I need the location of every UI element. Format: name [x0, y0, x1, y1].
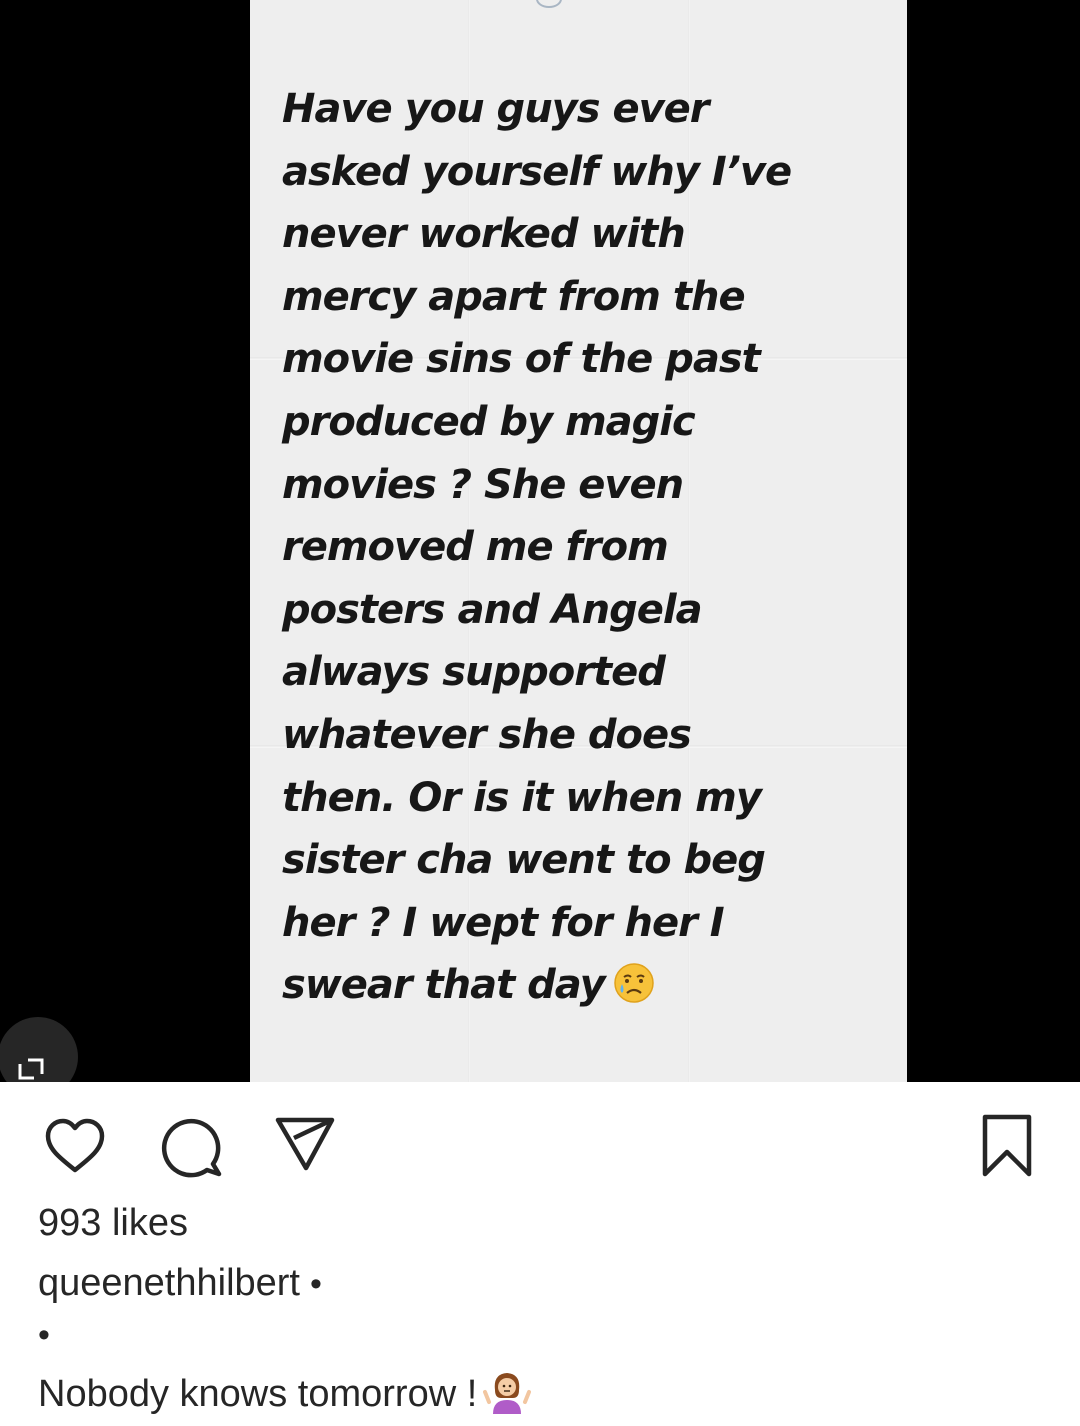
- story-text: Have you guys ever asked yourself why I’…: [282, 78, 882, 1017]
- story-line: whatever she does: [282, 711, 692, 758]
- story-line: movies ? She even: [282, 461, 684, 508]
- caption-text: Nobody knows tomorrow !: [38, 1373, 478, 1415]
- crying-face-icon: [613, 960, 655, 1004]
- post-media[interactable]: Have you guys ever asked yourself why I’…: [0, 0, 1080, 1082]
- share-button[interactable]: [270, 1112, 340, 1182]
- caption-bullet: •: [38, 1316, 50, 1354]
- comment-icon: [161, 1118, 222, 1178]
- expand-button[interactable]: [0, 1017, 78, 1082]
- cropped-sticker-icon: [536, 0, 562, 8]
- comment-button[interactable]: [155, 1112, 225, 1182]
- story-line: removed me from: [282, 524, 669, 571]
- person-shrugging-icon: [483, 1368, 532, 1416]
- story-line: always supported: [282, 649, 666, 696]
- separator-dot: •: [310, 1265, 322, 1303]
- story-line: swear that day: [282, 962, 606, 1009]
- story-line: then. Or is it when my: [282, 774, 762, 821]
- caption-header: queenethhilbert •: [38, 1262, 322, 1305]
- story-line: asked yourself why I’ve: [282, 148, 792, 195]
- likes-count[interactable]: 993 likes: [38, 1202, 188, 1245]
- story-line-last: swear that day: [282, 954, 882, 1017]
- story-screenshot: Have you guys ever asked yourself why I’…: [250, 0, 907, 1082]
- send-icon: [275, 1117, 335, 1171]
- story-line: her ? I wept for her I: [282, 899, 725, 946]
- bookmark-icon: [982, 1114, 1032, 1177]
- post-action-bar: [0, 1082, 1080, 1202]
- like-button[interactable]: [40, 1112, 110, 1182]
- story-line: sister cha went to beg: [282, 837, 766, 884]
- story-line: posters and Angela: [282, 586, 703, 633]
- username-link[interactable]: queenethhilbert: [38, 1262, 300, 1304]
- story-line: mercy apart from the: [282, 273, 746, 320]
- caption-text-line: Nobody knows tomorrow !: [38, 1368, 532, 1416]
- story-line: Have you guys ever: [282, 86, 710, 132]
- heart-icon: [45, 1118, 105, 1173]
- story-line: movie sins of the past: [282, 336, 761, 383]
- story-line: never worked with: [282, 211, 686, 258]
- expand-icon: [18, 1058, 44, 1080]
- story-line: produced by magic: [282, 398, 696, 445]
- save-button[interactable]: [975, 1112, 1039, 1182]
